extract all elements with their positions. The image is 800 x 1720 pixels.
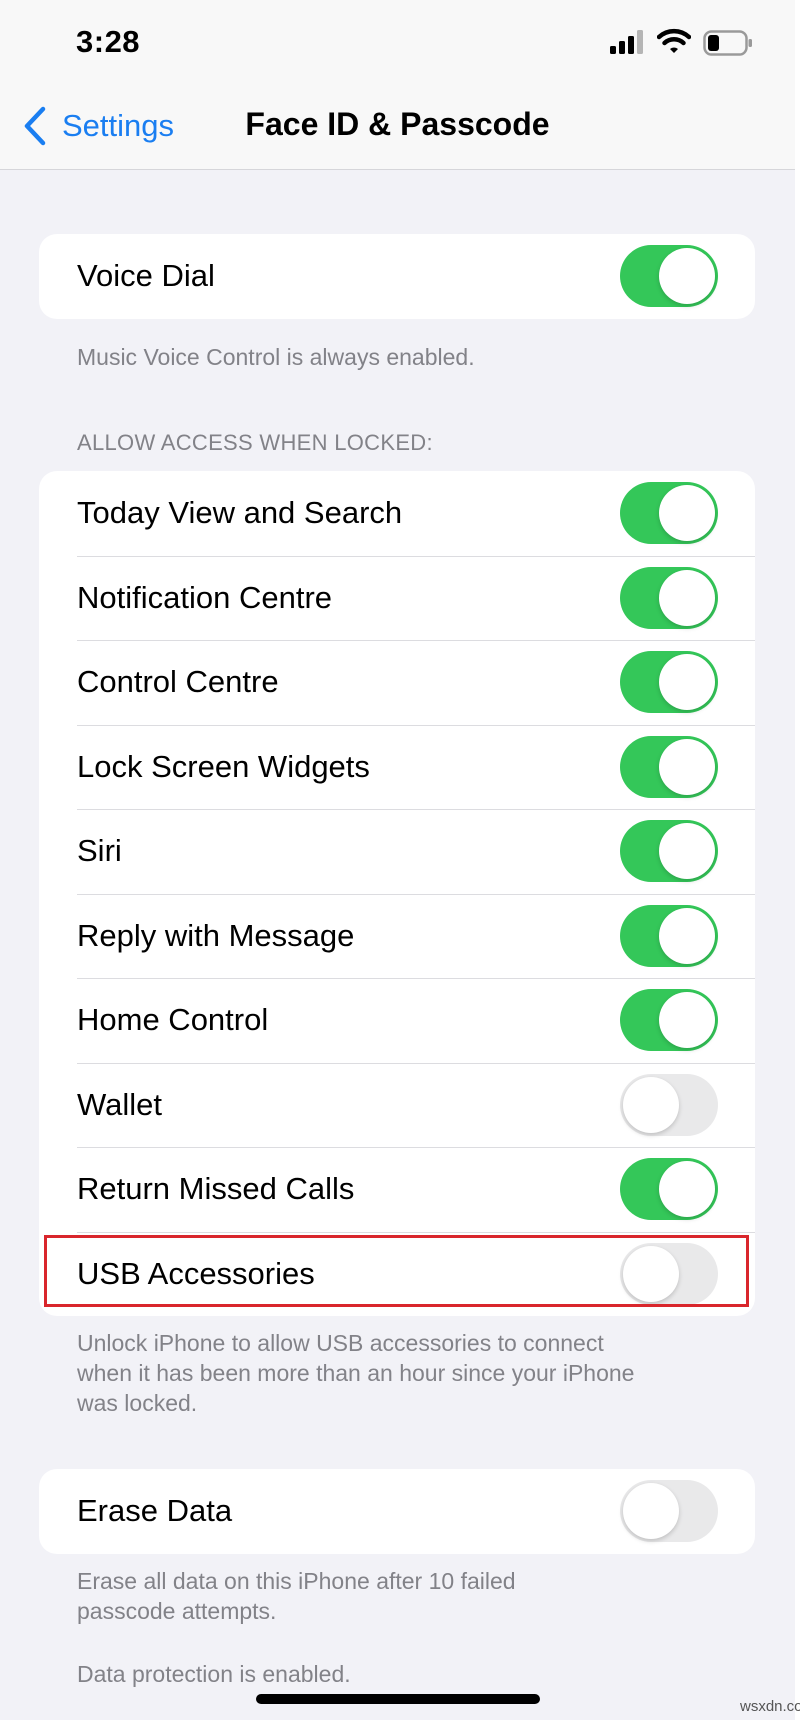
setting-row-home-control: Home Control: [39, 978, 755, 1063]
erase-data-footer: Erase all data on this iPhone after 10 f…: [77, 1566, 737, 1626]
footer-line: was locked.: [77, 1390, 198, 1416]
setting-label: Notification Centre: [77, 579, 333, 615]
toggle-knob: [659, 569, 715, 626]
setting-label: Voice Dial: [77, 258, 215, 293]
toggle-knob: [659, 992, 715, 1048]
home-control-toggle[interactable]: [620, 989, 718, 1051]
erase-data-group: Erase Data: [39, 1469, 755, 1554]
locked-access-group: Today View and Search Notification Centr…: [39, 471, 755, 1316]
setting-label: Today View and Search: [77, 495, 403, 530]
setting-row-notification-centre: Notification Centre: [39, 555, 755, 641]
setting-row-erase-data: Erase Data: [39, 1469, 755, 1554]
toggle-knob: [659, 485, 715, 541]
setting-row-voice-dial: Voice Dial: [39, 234, 755, 319]
return-missed-calls-toggle[interactable]: [620, 1158, 718, 1220]
status-bar: 3:28: [0, 0, 795, 82]
usb-accessories-footer: Unlock iPhone to allow USB accessories t…: [77, 1328, 737, 1418]
setting-row-today-view: Today View and Search: [39, 471, 755, 556]
setting-label: Lock Screen Widgets: [77, 748, 370, 784]
setting-label: Erase Data: [77, 1493, 233, 1528]
setting-label: Home Control: [77, 1002, 269, 1037]
setting-label: Reply with Message: [77, 917, 355, 953]
toggle-knob: [623, 1076, 679, 1133]
home-indicator[interactable]: [256, 1694, 540, 1704]
setting-row-usb-accessories: USB Accessories: [39, 1231, 755, 1317]
navigation-bar: Settings Face ID & Passcode: [0, 82, 795, 170]
toggle-knob: [623, 1483, 679, 1539]
toggle-knob: [659, 248, 715, 304]
settings-screen: 3:28 Settings Face ID & Passcode Voice D…: [0, 0, 795, 1720]
setting-row-reply-with-message: Reply with Message: [39, 893, 755, 979]
footer-line: Unlock iPhone to allow USB accessories t…: [77, 1330, 604, 1356]
status-time: 3:28: [76, 24, 141, 59]
erase-data-toggle[interactable]: [620, 1480, 718, 1542]
toggle-knob: [659, 654, 715, 710]
toggle-knob: [659, 1161, 715, 1217]
setting-label: Control Centre: [77, 664, 279, 699]
battery-icon: [703, 30, 752, 56]
control-centre-toggle[interactable]: [620, 651, 718, 713]
setting-label: Return Missed Calls: [77, 1171, 355, 1206]
siri-toggle[interactable]: [620, 820, 718, 882]
footer-line: Erase all data on this iPhone after 10 f…: [77, 1568, 516, 1594]
toggle-knob: [659, 823, 715, 879]
lock-screen-widgets-toggle[interactable]: [620, 735, 718, 798]
data-protection-footer: Data protection is enabled.: [77, 1661, 351, 1687]
setting-row-wallet: Wallet: [39, 1062, 755, 1148]
page-title: Face ID & Passcode: [245, 106, 550, 142]
setting-label: Siri: [77, 833, 122, 868]
today-view-toggle[interactable]: [620, 482, 718, 544]
setting-row-lock-screen-widgets: Lock Screen Widgets: [39, 724, 755, 810]
section-header-locked-access: ALLOW ACCESS WHEN LOCKED:: [77, 430, 433, 455]
watermark: wsxdn.com: [740, 1698, 800, 1715]
toggle-knob: [623, 1245, 679, 1302]
setting-row-return-missed-calls: Return Missed Calls: [39, 1147, 755, 1232]
voice-dial-toggle[interactable]: [620, 245, 718, 307]
toggle-knob: [659, 738, 715, 795]
setting-label: USB Accessories: [77, 1255, 315, 1291]
wallet-toggle[interactable]: [620, 1073, 718, 1136]
footer-line: when it has been more than an hour since…: [77, 1360, 635, 1386]
usb-accessories-toggle[interactable]: [620, 1242, 718, 1305]
notification-centre-toggle[interactable]: [620, 566, 718, 629]
reply-with-message-toggle[interactable]: [620, 904, 718, 967]
voice-dial-footer: Music Voice Control is always enabled.: [77, 344, 475, 370]
footer-line: passcode attempts.: [77, 1598, 277, 1624]
setting-row-control-centre: Control Centre: [39, 640, 755, 725]
wifi-icon: [657, 28, 691, 53]
voice-dial-group: Voice Dial: [39, 234, 755, 319]
setting-label: Wallet: [77, 1086, 162, 1122]
setting-row-siri: Siri: [39, 809, 755, 894]
toggle-knob: [659, 907, 715, 964]
cellular-signal-icon: [610, 30, 643, 54]
